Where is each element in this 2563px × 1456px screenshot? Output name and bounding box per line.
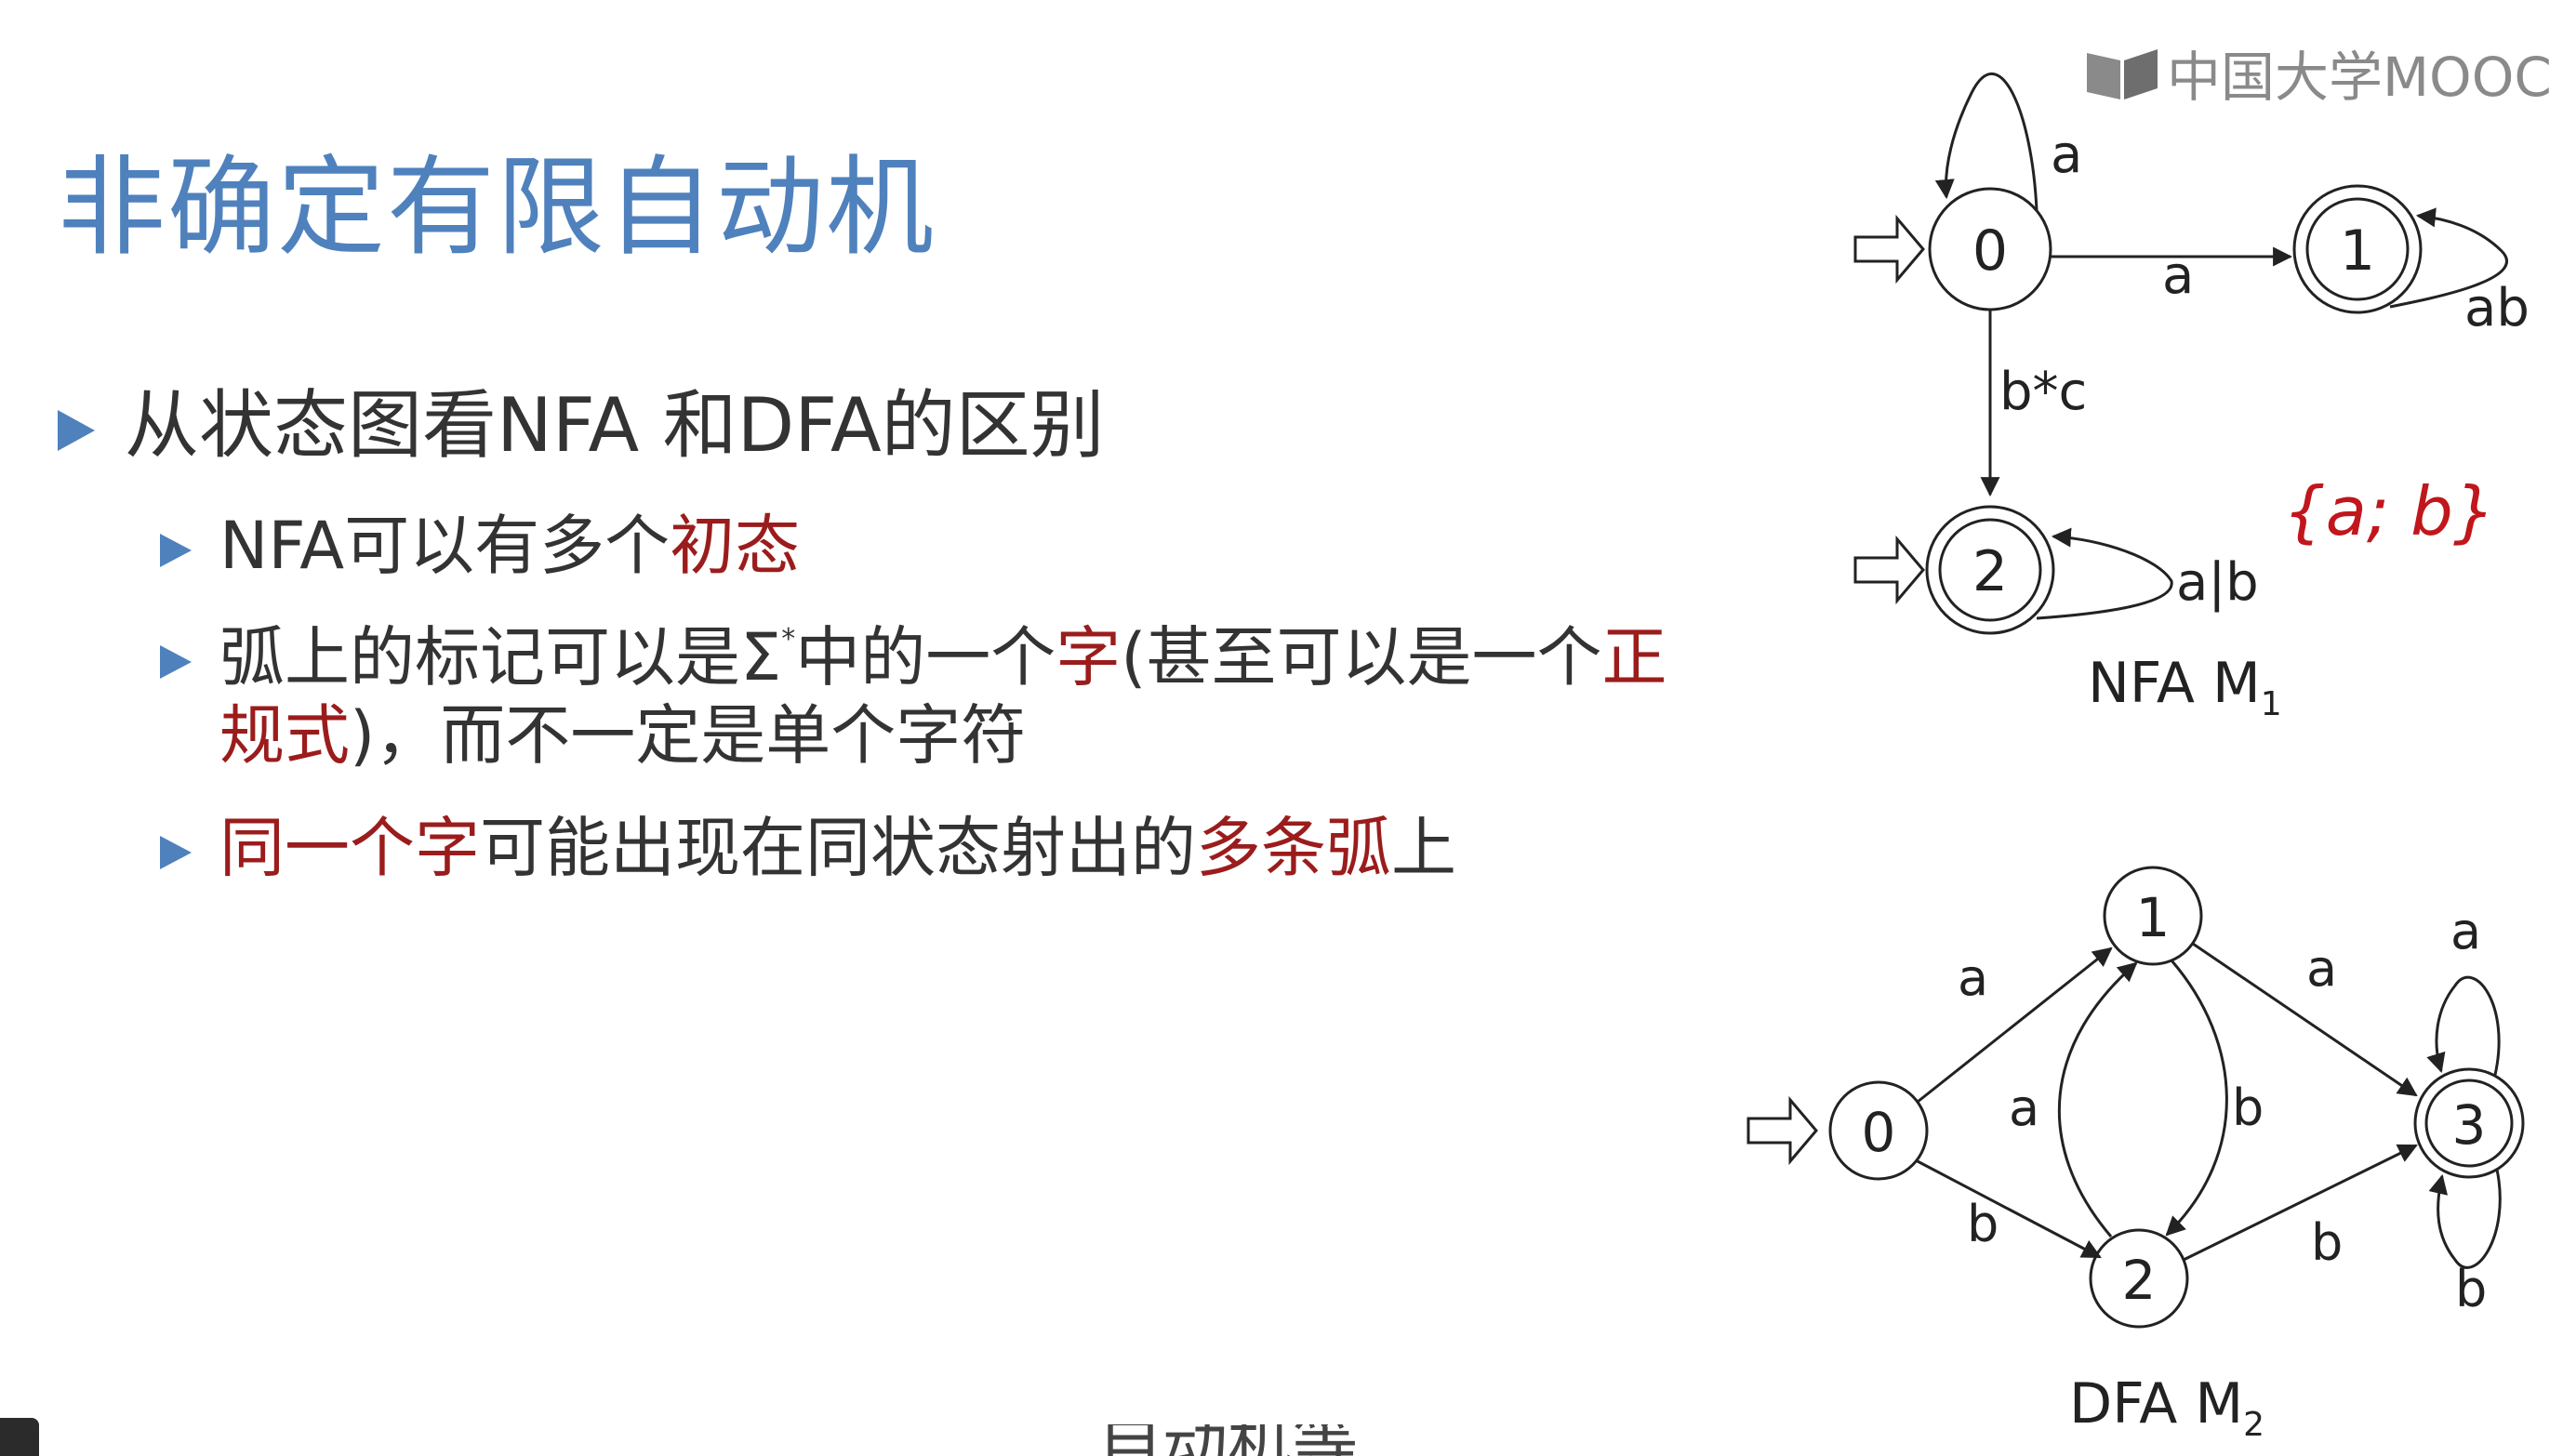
handwritten-note: {a; b} [2283,472,2496,550]
nfa-text: 0 1 2 a a ab b*c a|b NFA M1 {a; b} [1972,125,2530,723]
nfa-label-self0: a [2051,125,2082,185]
dfa-label-e02: b [1967,1195,1999,1253]
dfa-state-label: 0 [1862,1101,1896,1164]
nfa-label-self1: ab [2464,278,2530,338]
nfa-label-e02: b*c [1999,362,2087,422]
nfa-start-arrow-0 [1853,214,1925,285]
dfa-caption: DFA M2 [2069,1371,2264,1444]
nfa-start-arrow-2 [1853,535,1925,605]
dfa-edge-1-3 [2192,942,2418,1097]
nfa-state-label: 2 [1972,539,2008,604]
dfa-label-e23: b [2311,1213,2343,1272]
dfa-edge-2-1 [2057,961,2138,1238]
nfa-self-loop-2 [2036,527,2173,620]
dfa-label-e01: a [1958,948,1988,1007]
dfa-label-e13: a [2306,939,2337,998]
dfa-state-label: 2 [2122,1249,2157,1312]
bottom-cut-text: 自动机等 [1097,1424,1358,1456]
player-control-button[interactable] [0,1418,39,1456]
dfa-text: 0 1 2 3 a b a b a b a b DFA M2 [1862,886,2488,1444]
nfa-state-label: 0 [1972,218,2008,284]
dfa-edge-2-3 [2183,1144,2418,1262]
dfa-self-loop-3a [2426,975,2501,1076]
dfa-self-loop-3b [2428,1169,2502,1269]
dfa-label-e12: b [2232,1079,2264,1137]
dfa-state-label: 1 [2136,886,2171,949]
nfa-state-label: 1 [2340,218,2375,284]
dfa-label-e21: a [2009,1079,2039,1137]
nfa-caption: NFA M1 [2088,651,2282,723]
nfa-label-e01: a [2162,245,2194,306]
dfa-label-self3b: b [2455,1260,2487,1318]
dfa-edge-1-2 [2165,960,2228,1237]
slide: 中国大学MOOC 非确定有限自动机 从状态图看NFA 和DFA的区别 NFA可以… [0,0,2563,1456]
dfa-state-label: 3 [2452,1093,2487,1157]
nfa-label-self2: a|b [2176,552,2259,613]
automata-diagrams: 0 1 2 a a ab b*c a|b NFA M1 {a; b} 0 1 2… [1746,72,2530,1444]
dfa-start-arrow-0 [1746,1095,1818,1166]
dfa-label-self3a: a [2450,902,2481,960]
